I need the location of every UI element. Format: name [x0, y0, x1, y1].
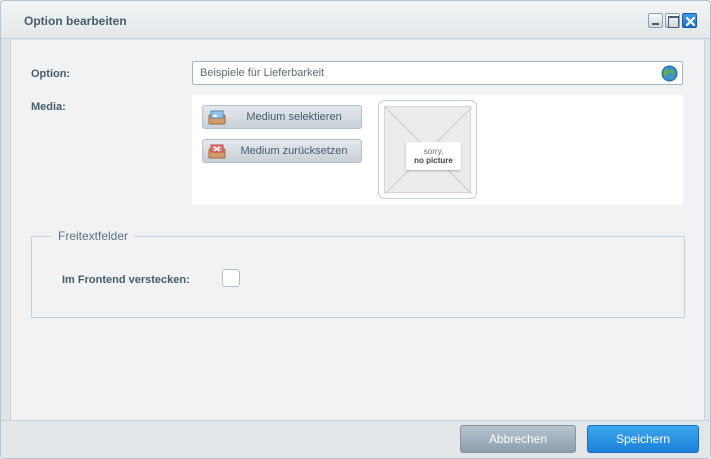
media-panel: Medium selektieren Medium zurücksetzen s…: [192, 95, 683, 205]
minimize-button[interactable]: [648, 13, 663, 28]
reset-media-button[interactable]: Medium zurücksetzen: [202, 139, 362, 163]
save-button[interactable]: Speichern: [587, 425, 699, 453]
globe-icon[interactable]: [661, 65, 678, 82]
select-media-button[interactable]: Medium selektieren: [202, 105, 362, 129]
no-picture-line2: no picture: [414, 156, 453, 165]
reset-media-label: Medium zurücksetzen: [240, 145, 348, 157]
hide-frontend-label: Im Frontend verstecken:: [62, 274, 190, 286]
dialog-title: Option bearbeiten: [24, 14, 127, 28]
freetext-legend: Freitextfelder: [52, 229, 135, 243]
hide-frontend-checkbox[interactable]: [222, 269, 240, 287]
dialog-content: Option: Media: Medium selektieren: [10, 40, 705, 420]
image-remove-icon: [208, 144, 226, 159]
no-picture-label: sorry, no picture: [406, 142, 461, 170]
option-label: Option:: [31, 68, 71, 80]
edit-option-dialog: Option bearbeiten Option: Media:: [0, 0, 711, 459]
media-preview: sorry, no picture: [378, 100, 477, 199]
option-input[interactable]: [192, 61, 683, 85]
freetext-fieldset: Freitextfelder Im Frontend verstecken:: [31, 229, 685, 318]
close-button[interactable]: [682, 13, 697, 28]
dialog-footer: Abbrechen Speichern: [1, 420, 710, 458]
maximize-button[interactable]: [665, 13, 680, 28]
no-picture-line1: sorry,: [423, 147, 444, 156]
select-media-label: Medium selektieren: [246, 111, 342, 123]
close-icon: [685, 16, 696, 27]
no-picture-placeholder: sorry, no picture: [384, 106, 472, 194]
cancel-button[interactable]: Abbrechen: [460, 425, 576, 453]
media-label: Media:: [31, 101, 66, 113]
dialog-titlebar[interactable]: Option bearbeiten: [1, 1, 710, 39]
image-add-icon: [208, 110, 226, 125]
